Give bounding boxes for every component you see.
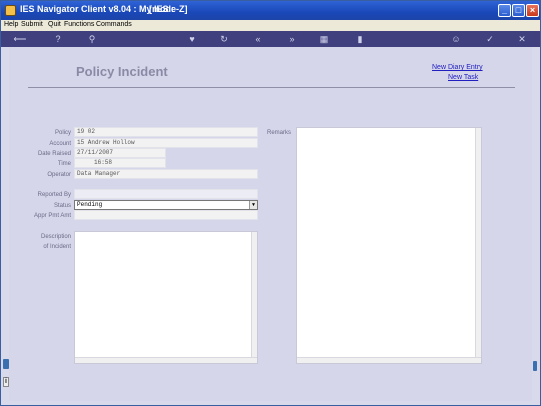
minimize-button[interactable]: _ <box>498 4 511 17</box>
side-info-icon[interactable]: i <box>3 377 9 387</box>
remarks-hscrollbar[interactable] <box>297 357 481 363</box>
account-field[interactable]: 15 Andrew Hollow <box>74 138 258 148</box>
remarks-scrollbar[interactable] <box>475 128 481 363</box>
new-task-link[interactable]: New Task <box>448 74 478 81</box>
help-icon[interactable]: ? <box>51 32 65 46</box>
heart-icon[interactable]: ♥ <box>185 32 199 46</box>
side-right-icon[interactable] <box>533 361 537 371</box>
menu-commands[interactable]: Commands <box>96 21 132 28</box>
remarks-textarea[interactable] <box>296 127 482 364</box>
document-icon[interactable]: ▮ <box>353 32 367 46</box>
search-icon[interactable]: ⚲ <box>85 32 99 46</box>
back-icon[interactable]: ⟵ <box>7 32 33 46</box>
menu-bar: Help Submit Quit Functions Commands <box>1 20 540 31</box>
date-raised-label: Date Raised <box>37 151 71 157</box>
app-icon <box>5 5 16 16</box>
window-mode: [mode-Z] <box>149 4 188 14</box>
main-content: Policy Incident New Diary Entry New Task… <box>9 47 532 401</box>
toolbar: ⟵ ? ⚲ ♥ ↻ « » ▦ ▮ ☺ ✓ ✕ <box>1 31 540 47</box>
page-title: Policy Incident <box>76 64 168 79</box>
description-label: Description <box>40 234 71 240</box>
chevron-down-icon[interactable]: ▼ <box>249 201 257 209</box>
check-icon[interactable]: ✓ <box>483 32 497 46</box>
reported-by-field[interactable] <box>74 189 258 199</box>
description-textarea[interactable] <box>74 231 258 364</box>
menu-functions[interactable]: Functions <box>64 21 94 28</box>
title-bar: IES Navigator Client v8.04 : My IES : [m… <box>1 1 540 20</box>
maximize-button[interactable]: □ <box>512 4 525 17</box>
appr-pmt-amt-label: Appr Pmt Amt <box>33 213 71 219</box>
time-field[interactable]: 16:58 <box>74 158 166 168</box>
grid-icon[interactable]: ▦ <box>317 32 331 46</box>
description-hscrollbar[interactable] <box>75 357 257 363</box>
refresh-icon[interactable]: ↻ <box>217 32 231 46</box>
menu-quit[interactable]: Quit <box>48 21 61 28</box>
date-raised-field[interactable]: 27/11/2007 <box>74 148 166 158</box>
close-icon[interactable]: ✕ <box>515 32 529 46</box>
header-divider <box>28 87 515 88</box>
close-window-button[interactable]: × <box>526 4 539 17</box>
operator-field[interactable]: Data Manager <box>74 169 258 179</box>
menu-help[interactable]: Help <box>4 21 18 28</box>
appr-pmt-amt-field[interactable] <box>74 210 258 220</box>
description-label-2: of Incident <box>43 244 71 250</box>
double-right-icon[interactable]: » <box>285 32 299 46</box>
side-panel-icon[interactable] <box>3 359 9 369</box>
double-left-icon[interactable]: « <box>251 32 265 46</box>
time-label: Time <box>57 161 71 167</box>
operator-label: Operator <box>47 172 71 178</box>
status-label: Status <box>53 203 71 209</box>
status-value: Pending <box>77 201 103 208</box>
app-window: IES Navigator Client v8.04 : My IES : [m… <box>0 0 541 406</box>
user-icon[interactable]: ☺ <box>449 32 463 46</box>
menu-submit[interactable]: Submit <box>21 21 43 28</box>
description-scrollbar[interactable] <box>251 232 257 363</box>
remarks-label: Remarks <box>266 130 291 136</box>
policy-label: Policy <box>54 130 71 136</box>
new-diary-entry-link[interactable]: New Diary Entry <box>432 64 483 71</box>
account-label: Account <box>49 141 71 147</box>
reported-by-label: Reported By <box>37 192 71 198</box>
status-select[interactable]: Pending ▼ <box>74 200 258 210</box>
